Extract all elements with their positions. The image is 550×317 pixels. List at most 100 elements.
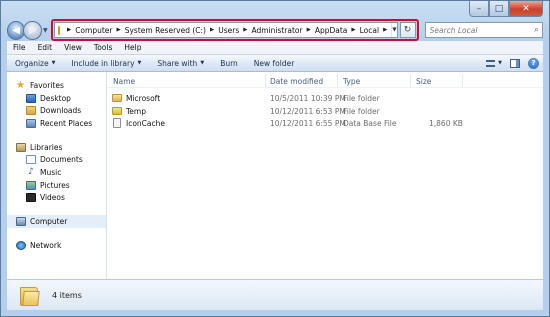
recent-places-icon — [26, 118, 36, 128]
address-dropdown-icon[interactable]: ▼ — [391, 23, 397, 37]
preview-pane-icon[interactable] — [510, 58, 520, 68]
menu-file[interactable]: File — [7, 43, 32, 52]
new-folder-button[interactable]: New folder — [246, 59, 303, 68]
file-date: 10/12/2011 6:53 PM — [270, 106, 346, 116]
breadcrumb-administrator[interactable]: Administrator — [251, 26, 302, 35]
desktop-icon — [26, 93, 36, 103]
column-divider[interactable] — [337, 74, 338, 87]
navigation-row: ◀ ▶ ▼ ▶ Computer ▶ System Reserved (C:) … — [7, 19, 543, 41]
maximize-button[interactable]: □ — [489, 1, 509, 17]
nav-documents[interactable]: Documents — [7, 153, 106, 166]
share-with-label: Share with — [157, 58, 198, 68]
minimize-button[interactable]: – — [469, 1, 489, 17]
favorites-group: ★ Favorites Desktop Downloads Recent Pla… — [7, 79, 106, 130]
breadcrumb-separator[interactable]: ▶ — [307, 27, 311, 33]
organize-button[interactable]: Organize ▼ — [7, 59, 63, 68]
column-divider[interactable] — [410, 74, 411, 87]
nav-label: Documents — [40, 155, 83, 165]
breadcrumb-separator[interactable]: ▶ — [351, 27, 355, 33]
menu-view[interactable]: View — [58, 43, 88, 52]
help-icon[interactable]: ? — [528, 57, 539, 69]
nav-music[interactable]: ♪ Music — [7, 166, 106, 179]
nav-label: Network — [30, 240, 62, 250]
column-header-type[interactable]: Type — [343, 77, 360, 86]
nav-label: Favorites — [30, 80, 64, 90]
breadcrumb-appdata[interactable]: AppData — [315, 26, 348, 35]
forward-button[interactable]: ▶ — [23, 20, 42, 40]
nav-label: Videos — [40, 193, 65, 203]
organize-label: Organize — [15, 58, 49, 68]
table-row[interactable]: Temp 10/12/2011 6:53 PM File folder — [107, 105, 543, 118]
breadcrumb-separator[interactable]: ▶ — [383, 27, 387, 33]
nav-label: Libraries — [30, 142, 63, 152]
change-view-icon[interactable] — [486, 59, 496, 67]
file-name: Temp — [126, 106, 146, 116]
column-divider[interactable] — [265, 74, 266, 87]
table-row[interactable]: IconCache 10/12/2011 6:55 PM Data Base F… — [107, 117, 543, 130]
breadcrumb-local[interactable]: Local — [360, 26, 379, 35]
menu-help[interactable]: Help — [118, 43, 147, 52]
search-icon[interactable]: ⌕ — [534, 25, 539, 35]
folder-icon — [112, 106, 122, 115]
breadcrumb-separator[interactable]: ▶ — [116, 27, 120, 33]
search-box[interactable]: ⌕ — [424, 22, 543, 38]
nav-label: Downloads — [40, 106, 82, 116]
nav-network[interactable]: Network — [7, 239, 106, 252]
file-date: 10/12/2011 6:55 PM — [270, 119, 346, 129]
search-input[interactable] — [429, 25, 530, 35]
nav-computer[interactable]: Computer — [7, 215, 106, 228]
file-type: Data Base File — [343, 119, 397, 129]
nav-recent-places[interactable]: Recent Places — [7, 117, 106, 130]
burn-button[interactable]: Burn — [212, 59, 246, 68]
file-list[interactable]: Name Date modified Type Size Microsoft 1… — [107, 72, 543, 279]
nav-label: Pictures — [40, 180, 70, 190]
menu-tools[interactable]: Tools — [88, 43, 118, 52]
column-header-size[interactable]: Size — [416, 77, 431, 86]
breadcrumb-separator[interactable]: ▶ — [210, 27, 214, 33]
refresh-button[interactable]: ↻ — [399, 22, 416, 38]
include-in-library-label: Include in library — [71, 58, 135, 68]
nav-desktop[interactable]: Desktop — [7, 92, 106, 105]
table-row[interactable]: Microsoft 10/5/2011 10:39 PM File folder — [107, 92, 543, 105]
breadcrumb-system-reserved[interactable]: System Reserved (C:) — [125, 26, 206, 35]
folder-icon — [112, 94, 122, 102]
file-type: File folder — [343, 94, 380, 103]
share-with-button[interactable]: Share with ▼ — [149, 59, 212, 68]
nav-downloads[interactable]: Downloads — [7, 104, 106, 117]
computer-icon — [16, 217, 26, 227]
column-header-date-modified[interactable]: Date modified — [270, 77, 323, 86]
navigation-pane[interactable]: ★ Favorites Desktop Downloads Recent Pla… — [7, 72, 107, 279]
chevron-down-icon[interactable]: ▼ — [498, 60, 502, 66]
address-bar-highlight: ▶ Computer ▶ System Reserved (C:) ▶ User… — [50, 19, 419, 41]
music-icon: ♪ — [28, 166, 34, 177]
breadcrumb-separator[interactable]: ▶ — [243, 27, 247, 33]
network-icon — [16, 240, 26, 250]
nav-label: Desktop — [40, 93, 71, 103]
address-bar[interactable]: ▶ Computer ▶ System Reserved (C:) ▶ User… — [53, 22, 398, 38]
nav-libraries[interactable]: Libraries — [7, 141, 106, 154]
folder-icon — [57, 25, 60, 35]
breadcrumb-computer[interactable]: Computer — [75, 26, 112, 35]
network-group: Network — [7, 239, 106, 252]
folder-icon — [20, 285, 40, 306]
menu-edit[interactable]: Edit — [32, 43, 59, 52]
explorer-window: – □ ✕ ◀ ▶ ▼ ▶ Computer ▶ System Reserved… — [0, 0, 550, 317]
details-pane: 4 items — [7, 279, 543, 310]
include-in-library-button[interactable]: Include in library ▼ — [63, 59, 149, 68]
view-controls: ▼ ? — [486, 57, 539, 69]
file-size: 1,860 KB — [429, 119, 463, 129]
nav-pictures[interactable]: Pictures — [7, 179, 106, 192]
column-header-name[interactable]: Name — [113, 77, 135, 86]
nav-favorites[interactable]: ★ Favorites — [7, 79, 106, 92]
column-divider[interactable] — [462, 74, 463, 87]
chevron-down-icon: ▼ — [137, 60, 142, 66]
file-name: IconCache — [126, 119, 166, 129]
recent-pages-icon[interactable]: ▼ — [43, 27, 48, 34]
libraries-icon — [16, 142, 26, 152]
file-name: Microsoft — [126, 94, 161, 103]
breadcrumb-users[interactable]: Users — [218, 26, 239, 35]
videos-icon — [26, 193, 36, 203]
breadcrumb-separator[interactable]: ▶ — [67, 27, 71, 33]
close-button[interactable]: ✕ — [509, 1, 543, 17]
nav-videos[interactable]: Videos — [7, 192, 106, 205]
